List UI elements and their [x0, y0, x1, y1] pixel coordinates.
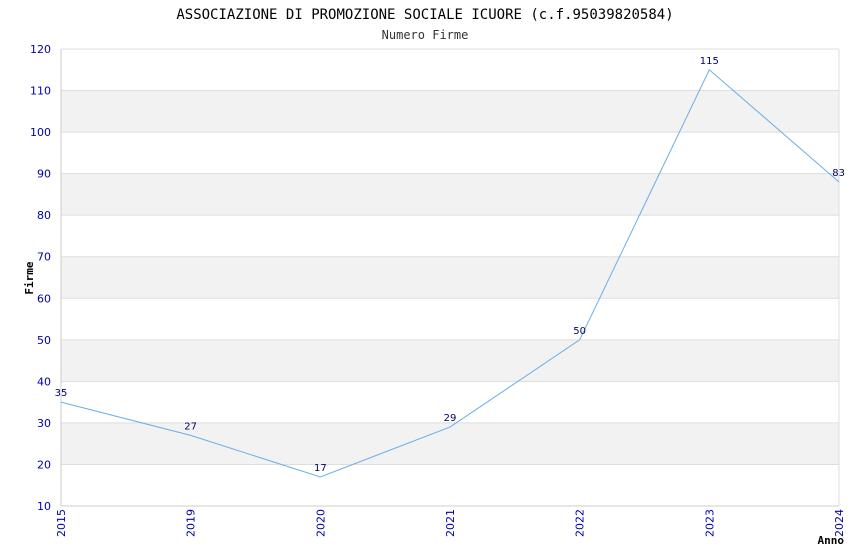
x-tick-label: 2022: [574, 509, 587, 537]
y-tick-label: 20: [37, 458, 51, 471]
chart-title: ASSOCIAZIONE DI PROMOZIONE SOCIALE ICUOR…: [176, 7, 673, 23]
x-tick-label: 2024: [833, 509, 846, 537]
grid-band: [61, 90, 839, 133]
data-label: 83: [832, 168, 845, 179]
x-tick-label: 2020: [314, 509, 327, 537]
grid-band: [61, 464, 839, 506]
data-label: 29: [444, 413, 457, 424]
y-tick-label: 30: [37, 417, 51, 430]
y-tick-label: 40: [37, 375, 51, 388]
y-tick-label: 50: [37, 334, 51, 347]
chart-subtitle: Numero Firme: [382, 28, 469, 42]
chart: ASSOCIAZIONE DI PROMOZIONE SOCIALE ICUOR…: [23, 7, 846, 547]
grid-band: [61, 256, 839, 299]
x-tick-label: 2019: [185, 509, 198, 537]
data-label: 50: [573, 326, 586, 337]
grid-band: [61, 215, 839, 257]
y-axis-title: Firme: [23, 261, 36, 294]
grid-band: [61, 173, 839, 216]
grid-band: [61, 132, 839, 174]
data-label: 17: [314, 463, 327, 474]
grid-band: [61, 422, 839, 465]
y-tick-label: 10: [37, 500, 51, 513]
grid-band: [61, 49, 839, 91]
data-label: 115: [700, 56, 719, 67]
data-label: 27: [184, 421, 197, 432]
x-tick-labels: 2015 2019 2020 2021 2022 2023 2024: [55, 509, 846, 537]
y-tick-label: 120: [30, 43, 51, 56]
grid-bands: [61, 49, 839, 506]
y-tick-label: 80: [37, 209, 51, 222]
x-axis-title: Anno: [818, 534, 845, 547]
x-tick-label: 2015: [55, 509, 68, 537]
y-tick-label: 100: [30, 126, 51, 139]
x-tick-label: 2023: [703, 509, 716, 537]
grid-band: [61, 339, 839, 382]
y-tick-label: 70: [37, 251, 51, 264]
data-label: 35: [55, 388, 68, 399]
y-tick-label: 60: [37, 292, 51, 305]
grid-band: [61, 298, 839, 340]
y-tick-label: 110: [30, 85, 51, 98]
x-tick-label: 2021: [444, 509, 457, 537]
y-tick-label: 90: [37, 168, 51, 181]
